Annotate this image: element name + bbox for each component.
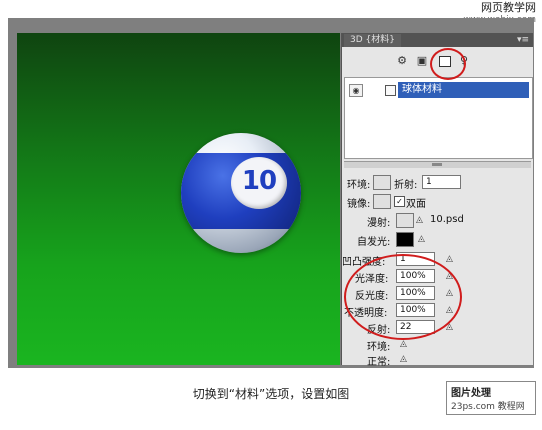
mirror-swatch[interactable] xyxy=(373,194,391,209)
self-illum-swatch[interactable] xyxy=(396,232,414,247)
annotation-circle-settings xyxy=(344,254,462,340)
double-sided-label: 双面 xyxy=(406,199,426,210)
ambient-swatch[interactable] xyxy=(373,175,391,190)
normal-texture-icon[interactable]: ◬ xyxy=(400,354,412,364)
mesh-icon[interactable]: ▣ xyxy=(416,55,428,67)
layer-row[interactable]: ◉ 球体材料 xyxy=(345,82,532,98)
diffuse-file[interactable]: 10.psd xyxy=(430,214,464,225)
double-sided-checkbox[interactable]: ✓ xyxy=(394,196,405,207)
normal-label: 正常: xyxy=(367,357,391,368)
billiard-ball: 10 xyxy=(181,133,301,253)
ambient-label: 环境: xyxy=(347,180,371,191)
self-illum-label: 自发光: xyxy=(357,237,391,248)
watermark-title: 网页教学网 xyxy=(481,1,536,14)
environment-texture-icon[interactable]: ◬ xyxy=(400,339,412,349)
ball-number: 10 xyxy=(241,166,277,196)
bump-texture-icon[interactable]: ◬ xyxy=(446,254,458,264)
divider-grip-icon[interactable] xyxy=(432,163,442,166)
logo-line2: 23ps.com 教程网 xyxy=(451,402,525,412)
diffuse-swatch[interactable] xyxy=(396,213,414,228)
refraction-input[interactable]: 1 xyxy=(422,175,461,189)
self-illum-texture-icon[interactable]: ◬ xyxy=(418,234,430,244)
panel-menu-icon[interactable]: ▾≡ xyxy=(517,34,529,46)
panel-tab[interactable]: 3D {材料} xyxy=(344,34,401,47)
environment-label: 环境: xyxy=(367,342,391,353)
refraction-label: 折射: xyxy=(394,180,418,191)
logo-line1: 图片处理 xyxy=(451,388,491,399)
panel-divider[interactable] xyxy=(344,161,531,168)
diffuse-label: 漫射: xyxy=(367,218,391,229)
mirror-label: 镜像: xyxy=(347,199,371,210)
scene-icon[interactable]: ⚙ xyxy=(396,55,408,67)
panel-titlebar: 3D {材料} ▾≡ xyxy=(342,33,533,47)
eye-icon[interactable]: ◉ xyxy=(349,84,363,97)
site-logo: 图片处理 23ps.com 教程网 xyxy=(446,381,536,415)
document-canvas: 10 xyxy=(17,33,340,365)
layer-list: ◉ 球体材料 xyxy=(344,77,533,159)
material-swatch-icon xyxy=(385,85,396,96)
annotation-circle-materials xyxy=(430,48,466,80)
diffuse-texture-icon[interactable]: ◬ xyxy=(416,215,428,225)
layer-name[interactable]: 球体材料 xyxy=(398,82,529,98)
